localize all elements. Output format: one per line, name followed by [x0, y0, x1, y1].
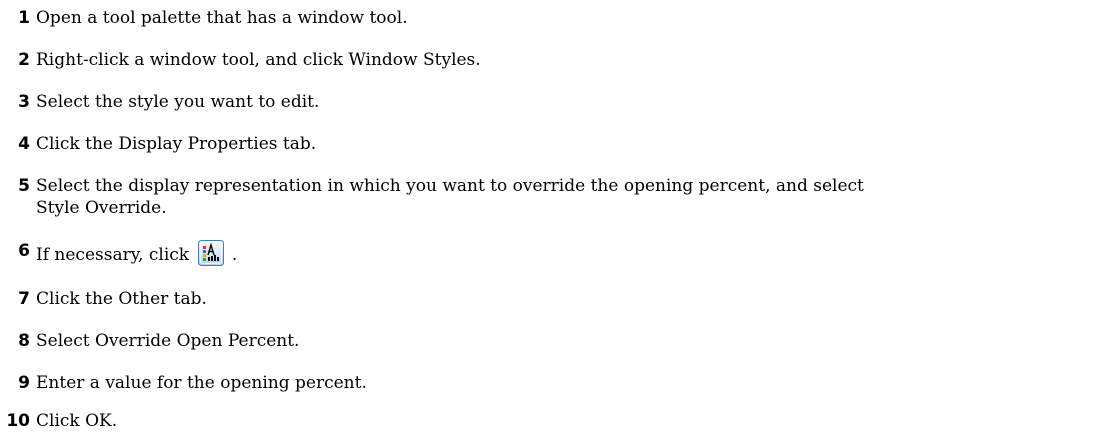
- step-text: If necessary, click .: [36, 240, 1095, 266]
- step-text: Select Override Open Percent.: [36, 331, 300, 351]
- display-properties-edit-icon[interactable]: [197, 240, 224, 266]
- step-number: 1: [18, 8, 30, 28]
- step-text: Click OK.: [36, 411, 118, 431]
- step-number: 7: [18, 289, 30, 309]
- step-number: 2: [18, 50, 30, 70]
- step-text: Open a tool palette that has a window to…: [36, 8, 408, 28]
- step-text: Right-click a window tool, and click Win…: [36, 50, 481, 70]
- step-text-before-icon: If necessary, click: [36, 245, 190, 265]
- step-text: Enter a value for the opening percent.: [36, 373, 367, 393]
- step-number: 5: [18, 176, 30, 196]
- step-text: Click the Other tab.: [36, 289, 207, 309]
- step-number: 8: [18, 331, 30, 351]
- step-text-line-2: Style Override.: [36, 198, 167, 218]
- step-text-line-1: Select the display representation in whi…: [36, 176, 864, 196]
- step-text: Select the style you want to edit.: [36, 92, 320, 112]
- step-number: 10: [6, 411, 30, 431]
- step-number: 3: [18, 92, 30, 112]
- step-text: Select the display representation in whi…: [36, 175, 1095, 219]
- step-text: Click the Display Properties tab.: [36, 134, 317, 154]
- step-number: 9: [18, 373, 30, 393]
- step-text-after-icon: .: [231, 245, 238, 265]
- step-number: 4: [18, 134, 30, 154]
- step-number: 6: [18, 241, 30, 261]
